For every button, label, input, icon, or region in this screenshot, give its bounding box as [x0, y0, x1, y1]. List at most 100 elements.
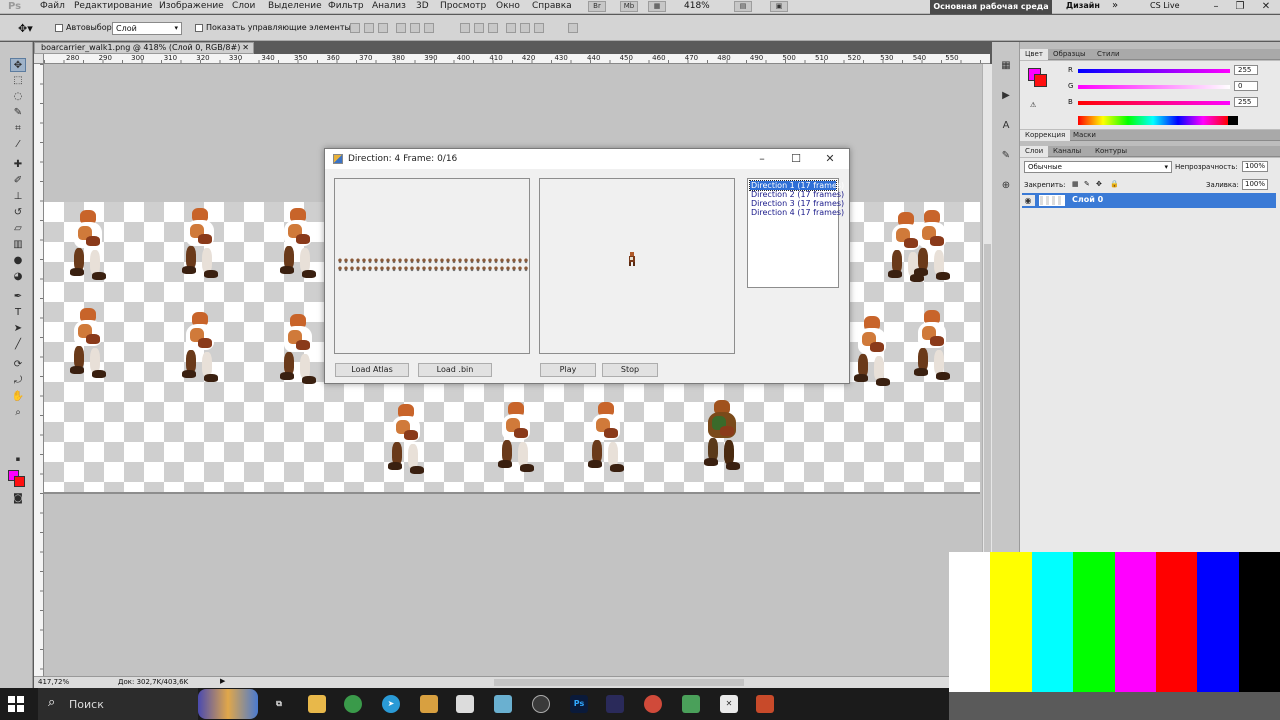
taskbar-search[interactable]: ⌕ Поиск [38, 688, 198, 720]
tab-styles[interactable]: Стили [1092, 49, 1125, 60]
vertical-ruler[interactable] [34, 64, 44, 676]
gradient-tool-icon[interactable]: ▥ [10, 238, 26, 252]
lock-position-icon[interactable]: ✥ [1096, 180, 1102, 188]
align-vcenter-icon[interactable] [364, 23, 374, 33]
align-right-icon[interactable] [424, 23, 434, 33]
b-slider[interactable] [1078, 101, 1230, 105]
window-maximize-button[interactable]: ☐ [781, 151, 811, 167]
hand-tool-icon[interactable]: ✋ [10, 390, 26, 404]
auto-align-icon[interactable] [568, 23, 578, 33]
windows-start-icon[interactable] [8, 696, 24, 712]
tab-layers[interactable]: Слои [1020, 146, 1049, 157]
load-atlas-button[interactable]: Load Atlas [335, 363, 409, 377]
mini-bridge-button[interactable]: Mb [620, 1, 638, 12]
align-hcenter-icon[interactable] [410, 23, 420, 33]
menu-3d[interactable]: 3D [416, 1, 429, 11]
color-panel-background[interactable] [1034, 74, 1047, 87]
tab-masks[interactable]: Маски [1068, 130, 1101, 141]
b-value[interactable]: 255 [1234, 97, 1258, 107]
restore-button[interactable]: ❐ [1228, 0, 1252, 14]
crop-tool-icon[interactable]: ⌗ [10, 122, 26, 136]
direction-item-1[interactable]: Direction 1 (17 frames) [749, 180, 844, 191]
quick-select-tool-icon[interactable]: ✎ [10, 106, 26, 120]
menu-select[interactable]: Выделение [268, 1, 322, 11]
3d-rotate-tool-icon[interactable]: ⟳ [10, 358, 26, 372]
g-value[interactable]: 0 [1234, 81, 1258, 91]
character-panel-icon[interactable]: A [998, 120, 1014, 134]
minimize-button[interactable]: – [1204, 0, 1228, 14]
screen-mode-button[interactable]: ▣ [770, 1, 788, 12]
move-tool-preset-icon[interactable]: ✥▾ [18, 22, 33, 35]
direction-viewer-taskbar-icon[interactable] [756, 695, 774, 713]
horizontal-ruler[interactable]: 280 290 300 310 320 330 340 350 360 370 380 390 400 4… [44, 54, 990, 64]
menu-window[interactable]: Окно [496, 1, 520, 11]
color-spectrum-black[interactable] [1228, 116, 1238, 125]
direction-item-4[interactable]: Direction 4 (17 frames) [750, 208, 844, 217]
marquee-tool-icon[interactable]: ⬚ [10, 74, 26, 88]
cs-live-button[interactable]: CS Live [1150, 1, 1180, 10]
workspace-design[interactable]: Дизайн [1066, 1, 1100, 10]
file-explorer-icon[interactable] [308, 695, 326, 713]
path-select-tool-icon[interactable]: ➤ [10, 322, 26, 336]
close-button[interactable]: ✕ [1254, 0, 1278, 14]
shape-tool-icon[interactable]: ╱ [10, 338, 26, 352]
workspace-essentials[interactable]: Основная рабочая среда [930, 0, 1052, 14]
tab-channels[interactable]: Каналы [1048, 146, 1086, 157]
distribute-left-icon[interactable] [506, 23, 516, 33]
app-icon-9[interactable] [606, 695, 624, 713]
opacity-input[interactable]: 100% [1242, 161, 1268, 172]
zoom-level[interactable]: 418% [684, 1, 710, 11]
type-tool-icon[interactable]: T [10, 306, 26, 320]
layer-row[interactable]: ◉ Слой 0 [1021, 193, 1276, 208]
autoselect-checkbox[interactable] [55, 24, 63, 32]
layer-name[interactable]: Слой 0 [1072, 195, 1103, 204]
distribute-right-icon[interactable] [534, 23, 544, 33]
close-icon[interactable]: ✕ [242, 43, 249, 53]
arrange-docs-button[interactable]: ▤ [734, 1, 752, 12]
background-color-swatch[interactable] [14, 476, 25, 487]
eraser-tool-icon[interactable]: ▱ [10, 222, 26, 236]
menu-edit[interactable]: Редактирование [74, 1, 153, 11]
play-button[interactable]: Play [540, 363, 596, 377]
align-bottom-icon[interactable] [378, 23, 388, 33]
tab-adjustments[interactable]: Коррекция [1020, 130, 1071, 141]
direction-item-3[interactable]: Direction 3 (17 frames) [750, 199, 844, 208]
zoom-tool-icon[interactable]: ⌕ [10, 406, 26, 420]
direction-list[interactable]: Direction 1 (17 frames) Direction 2 (17 … [747, 178, 844, 288]
tab-color[interactable]: Цвет [1020, 49, 1048, 60]
move-tool-icon[interactable]: ✥ [10, 58, 26, 72]
menu-layers[interactable]: Слои [232, 1, 255, 11]
tab-swatches[interactable]: Образцы [1048, 49, 1091, 60]
eye-icon[interactable]: ◉ [1021, 195, 1035, 206]
pen-tool-icon[interactable]: ✒ [10, 290, 26, 304]
menu-image[interactable]: Изображение [159, 1, 224, 11]
distribute-top-icon[interactable] [460, 23, 470, 33]
window-minimize-button[interactable]: – [747, 151, 777, 167]
3d-orbit-tool-icon[interactable]: ⤾ [10, 374, 26, 388]
distribute-vcenter-icon[interactable] [474, 23, 484, 33]
window-titlebar[interactable]: Direction: 4 Frame: 0/16 – ☐ ✕ [325, 149, 849, 169]
task-view-icon[interactable]: ⧉ [270, 695, 288, 713]
lasso-tool-icon[interactable]: ◌ [10, 90, 26, 104]
menu-analysis[interactable]: Анализ [372, 1, 406, 11]
align-left-icon[interactable] [396, 23, 406, 33]
bridge-button[interactable]: Br [588, 1, 606, 12]
blend-mode-dropdown[interactable]: Обычные ▾ [1024, 161, 1172, 173]
telegram-icon[interactable]: ➤ [382, 695, 400, 713]
quick-mask-icon[interactable]: ◙ [10, 492, 26, 506]
history-panel-icon[interactable]: ▦ [998, 60, 1014, 74]
workspace-more[interactable]: » [1112, 0, 1118, 11]
photoshop-taskbar-icon[interactable]: Ps [570, 695, 588, 713]
lock-pixels-icon[interactable]: ✎ [1084, 180, 1090, 188]
lock-all-icon[interactable]: 🔒 [1110, 180, 1119, 188]
window-close-button[interactable]: ✕ [815, 151, 845, 167]
distribute-hcenter-icon[interactable] [520, 23, 530, 33]
autoselect-dropdown[interactable]: Слой ▾ [112, 22, 182, 35]
app-icon-6[interactable] [494, 695, 512, 713]
show-controls-checkbox[interactable] [195, 24, 203, 32]
menu-filter[interactable]: Фильтр [328, 1, 364, 11]
stop-button[interactable]: Stop [602, 363, 658, 377]
ruler-origin[interactable] [34, 54, 44, 64]
healing-tool-icon[interactable]: ✚ [10, 158, 26, 172]
menu-help[interactable]: Справка [532, 1, 572, 11]
